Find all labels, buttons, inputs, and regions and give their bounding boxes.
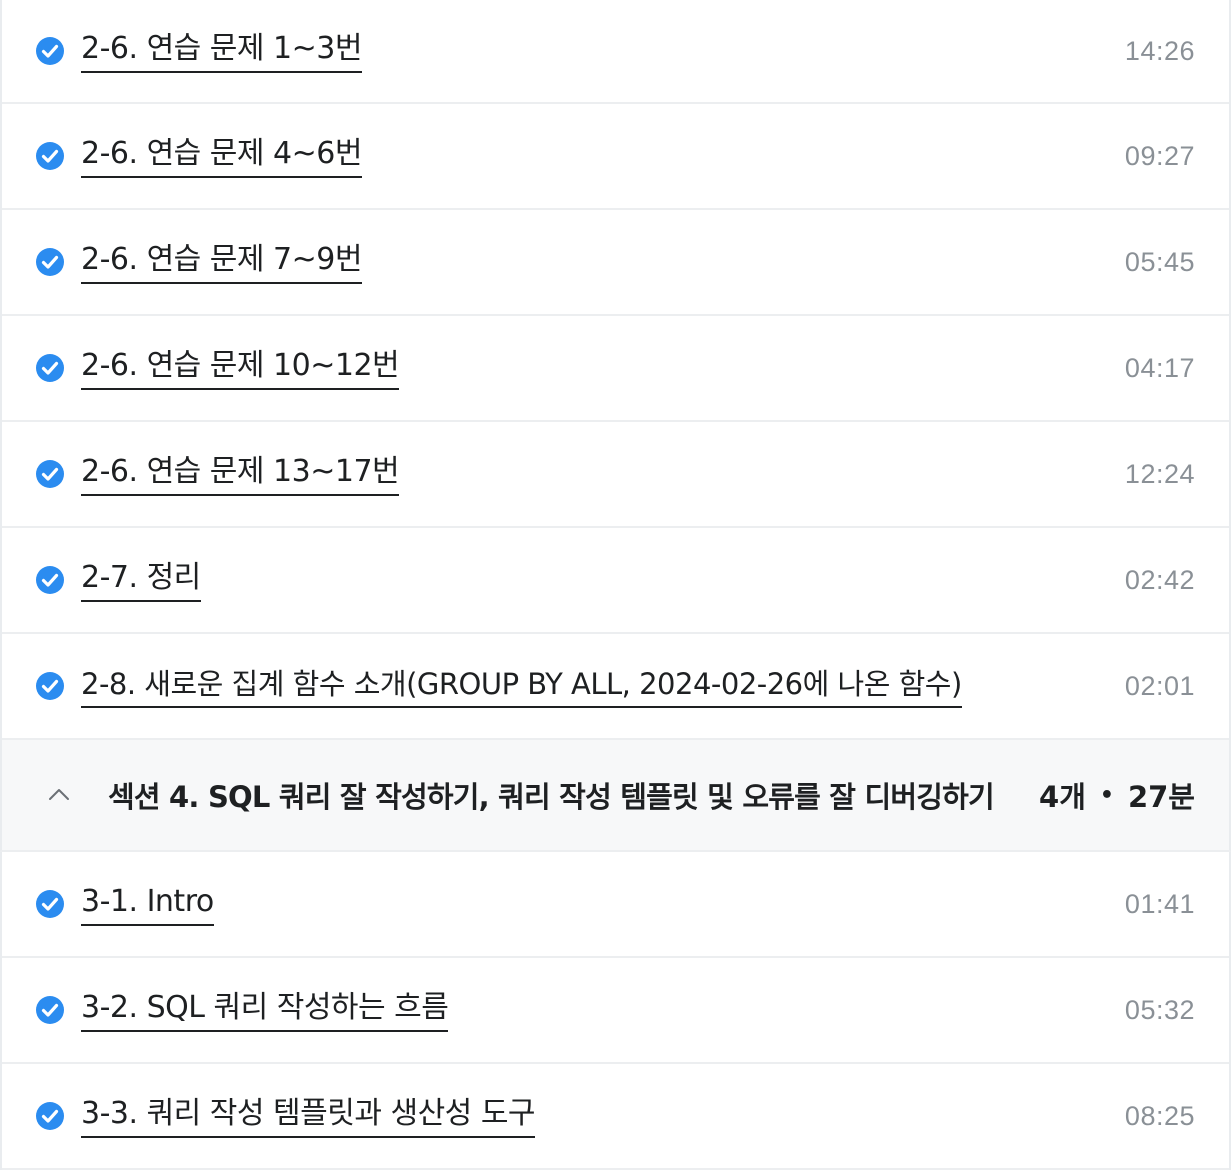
lesson-duration: 05:45 bbox=[1124, 246, 1195, 277]
lesson-duration: 14:26 bbox=[1124, 35, 1195, 66]
check-circle-icon bbox=[35, 995, 65, 1025]
check-circle-icon bbox=[35, 671, 65, 701]
curriculum-list: 2-6. 연습 문제 1~3번 14:26 2-6. 연습 문제 4~6번 09… bbox=[0, 0, 1231, 1172]
lesson-row[interactable]: 2-8. 새로운 집계 함수 소개(GROUP BY ALL, 2024-02-… bbox=[2, 634, 1229, 740]
lesson-title-link[interactable]: 3-2. SQL 쿼리 작성하는 흐름 bbox=[81, 988, 449, 1032]
check-circle-icon bbox=[35, 353, 65, 383]
lesson-title-link[interactable]: 2-7. 정리 bbox=[81, 558, 201, 602]
lesson-row[interactable]: 3-1. Intro 01:41 bbox=[2, 852, 1229, 958]
lesson-row[interactable]: 2-6. 연습 문제 4~6번 09:27 bbox=[2, 104, 1229, 210]
check-circle-icon bbox=[35, 1101, 65, 1131]
lesson-title-link[interactable]: 2-6. 연습 문제 13~17번 bbox=[81, 452, 400, 496]
check-circle-icon bbox=[35, 459, 65, 489]
separator-dot: • bbox=[1099, 782, 1114, 808]
check-circle-icon bbox=[35, 141, 65, 171]
section-meta: 4개 • 27분 bbox=[1039, 774, 1195, 816]
lesson-duration: 01:41 bbox=[1124, 888, 1195, 919]
lesson-duration: 04:17 bbox=[1124, 352, 1195, 383]
section-header-toggle[interactable]: 섹션 4. SQL 쿼리 잘 작성하기, 쿼리 작성 템플릿 및 오류를 잘 디… bbox=[0, 740, 1231, 852]
lesson-duration: 02:01 bbox=[1124, 670, 1195, 701]
lesson-title-link[interactable]: 3-1. Intro bbox=[81, 882, 214, 926]
chevron-up-icon[interactable] bbox=[46, 782, 72, 808]
lesson-title-link[interactable]: 2-6. 연습 문제 7~9번 bbox=[81, 240, 362, 284]
lesson-row[interactable]: 2-6. 연습 문제 10~12번 04:17 bbox=[2, 316, 1229, 422]
lesson-row[interactable]: 2-6. 연습 문제 7~9번 05:45 bbox=[2, 210, 1229, 316]
section-total-time: 27분 bbox=[1127, 780, 1195, 814]
lesson-row[interactable]: 3-2. SQL 쿼리 작성하는 흐름 05:32 bbox=[2, 958, 1229, 1064]
check-circle-icon bbox=[35, 889, 65, 919]
lesson-row[interactable]: 2-6. 연습 문제 1~3번 14:26 bbox=[2, 0, 1229, 104]
check-circle-icon bbox=[35, 36, 65, 66]
lesson-row[interactable]: 2-7. 정리 02:42 bbox=[2, 528, 1229, 634]
lesson-row[interactable]: 3-3. 쿼리 작성 템플릿과 생산성 도구 08:25 bbox=[2, 1064, 1229, 1170]
lesson-title-link[interactable]: 2-8. 새로운 집계 함수 소개(GROUP BY ALL, 2024-02-… bbox=[81, 664, 962, 708]
section-title: 섹션 4. SQL 쿼리 잘 작성하기, 쿼리 작성 템플릿 및 오류를 잘 디… bbox=[108, 780, 995, 814]
lesson-row[interactable]: 2-6. 연습 문제 13~17번 12:24 bbox=[2, 422, 1229, 528]
lesson-duration: 02:42 bbox=[1124, 564, 1195, 595]
check-circle-icon bbox=[35, 247, 65, 277]
lesson-group-section-4: 3-1. Intro 01:41 3-2. SQL 쿼리 작성하는 흐름 05:… bbox=[0, 852, 1231, 1170]
check-circle-icon bbox=[35, 565, 65, 595]
lesson-duration: 08:25 bbox=[1124, 1100, 1195, 1131]
lesson-title-link[interactable]: 3-3. 쿼리 작성 템플릿과 생산성 도구 bbox=[81, 1094, 536, 1138]
section-lesson-count: 4개 bbox=[1039, 780, 1086, 814]
lesson-title-link[interactable]: 2-6. 연습 문제 4~6번 bbox=[81, 134, 362, 178]
lesson-duration: 05:32 bbox=[1124, 994, 1195, 1025]
lesson-group-section-3: 2-6. 연습 문제 1~3번 14:26 2-6. 연습 문제 4~6번 09… bbox=[0, 0, 1231, 740]
lesson-title-link[interactable]: 2-6. 연습 문제 1~3번 bbox=[81, 29, 362, 73]
lesson-duration: 12:24 bbox=[1124, 458, 1195, 489]
lesson-duration: 09:27 bbox=[1124, 140, 1195, 171]
lesson-title-link[interactable]: 2-6. 연습 문제 10~12번 bbox=[81, 346, 400, 390]
